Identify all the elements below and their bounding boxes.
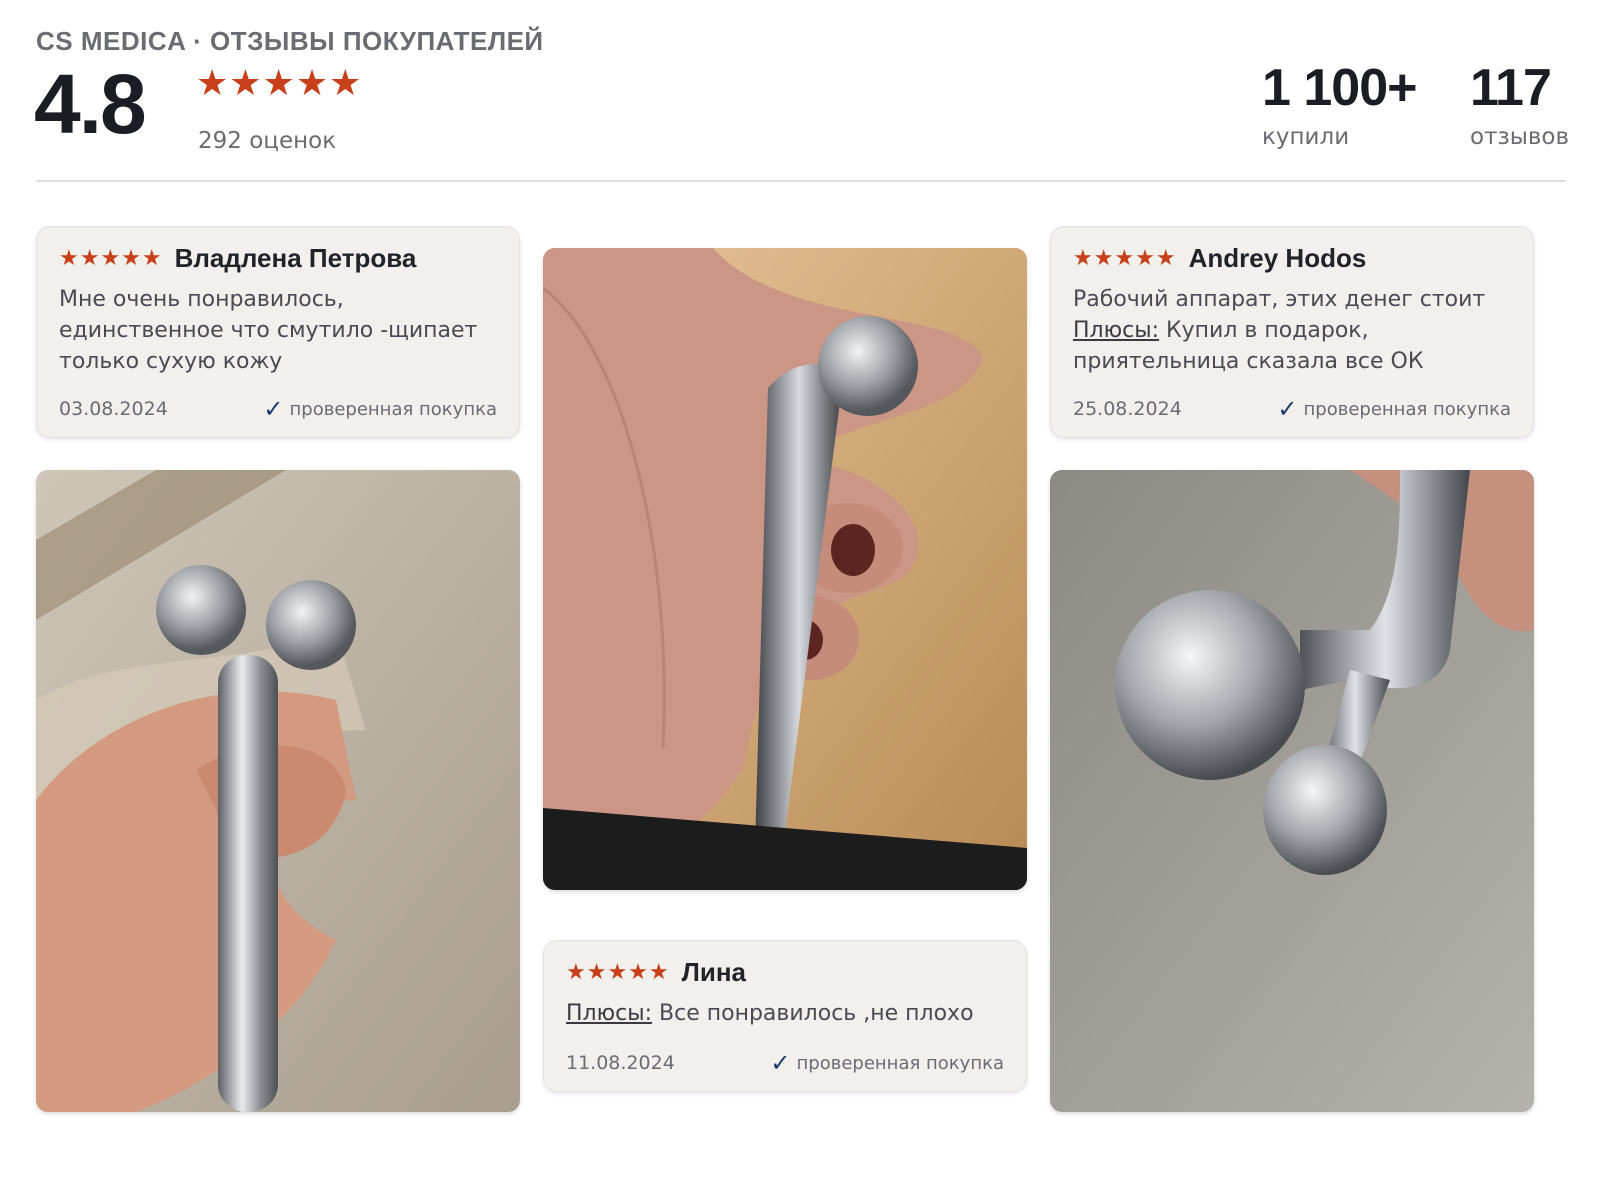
checkmark-icon: ✓ [770, 1049, 791, 1077]
review-stars: ★★★★★ [566, 959, 670, 985]
verified-badge: ✓ проверенная покупка [1277, 395, 1511, 423]
stat-reviews: 117 отзывов [1470, 58, 1569, 150]
review-author: Владлена Петрова [174, 243, 417, 273]
review-author: Andrey Hodos [1188, 243, 1367, 273]
header-divider [36, 180, 1566, 182]
review-photo-3[interactable] [1050, 470, 1534, 1112]
pros-text: Все понравилось ,не плохо [659, 1001, 974, 1026]
stat-reviews-value: 117 [1470, 59, 1552, 117]
review-footer: 25.08.2024 ✓ проверенная покупка [1073, 395, 1511, 423]
stat-bought: 1 100+ купили [1262, 58, 1417, 150]
review-author: Лина [681, 957, 747, 987]
review-card-2[interactable]: ★★★★★ Andrey Hodos Рабочий аппарат, этих… [1050, 226, 1534, 438]
stat-bought-value: 1 100+ [1262, 59, 1417, 117]
review-header: ★★★★★ Владлена Петрова [59, 243, 497, 274]
review-date: 03.08.2024 [59, 398, 168, 420]
review-footer: 03.08.2024 ✓ проверенная покупка [59, 395, 497, 423]
pros-label: Плюсы: [1073, 318, 1160, 343]
review-header: ★★★★★ Лина [566, 957, 1004, 988]
review-photo-1[interactable] [36, 470, 520, 1112]
average-rating: 4.8 [34, 57, 147, 151]
rating-count: 292 оценок [198, 128, 337, 154]
verified-badge: ✓ проверенная покупка [770, 1049, 1004, 1077]
checkmark-icon: ✓ [263, 395, 284, 423]
review-text-line: Рабочий аппарат, этих денег стоит [1073, 287, 1486, 312]
checkmark-icon: ✓ [1277, 395, 1298, 423]
review-text: Мне очень понравилось, единственное что … [59, 287, 478, 374]
review-text: Рабочий аппарат, этих денег стоит Плюсы:… [1073, 284, 1511, 377]
review-text: Плюсы: Все понравилось ,не плохо [566, 998, 1004, 1029]
review-photo-2[interactable] [543, 248, 1027, 890]
review-header: ★★★★★ Andrey Hodos [1073, 243, 1511, 274]
verified-label: проверенная покупка [1303, 398, 1511, 420]
stat-reviews-label: отзывов [1470, 124, 1570, 150]
review-date: 11.08.2024 [566, 1052, 675, 1074]
review-stars: ★★★★★ [1073, 245, 1177, 271]
review-stars: ★★★★★ [59, 245, 163, 271]
pros-label: Плюсы: [566, 1001, 653, 1026]
verified-label: проверенная покупка [796, 1052, 1004, 1074]
review-card-1[interactable]: ★★★★★ Владлена Петрова Мне очень понрави… [36, 226, 520, 438]
stat-bought-label: купили [1262, 124, 1350, 150]
verified-badge: ✓ проверенная покупка [263, 395, 497, 423]
brand-title: CS MEDICA · ОТЗЫВЫ ПОКУПАТЕЛЕЙ [36, 26, 544, 56]
verified-label: проверенная покупка [289, 398, 497, 420]
review-date: 25.08.2024 [1073, 398, 1182, 420]
review-footer: 11.08.2024 ✓ проверенная покупка [566, 1049, 1004, 1077]
review-card-3[interactable]: ★★★★★ Лина Плюсы: Все понравилось ,не пл… [543, 940, 1027, 1092]
rating-stars: ★★★★★ [196, 63, 363, 104]
